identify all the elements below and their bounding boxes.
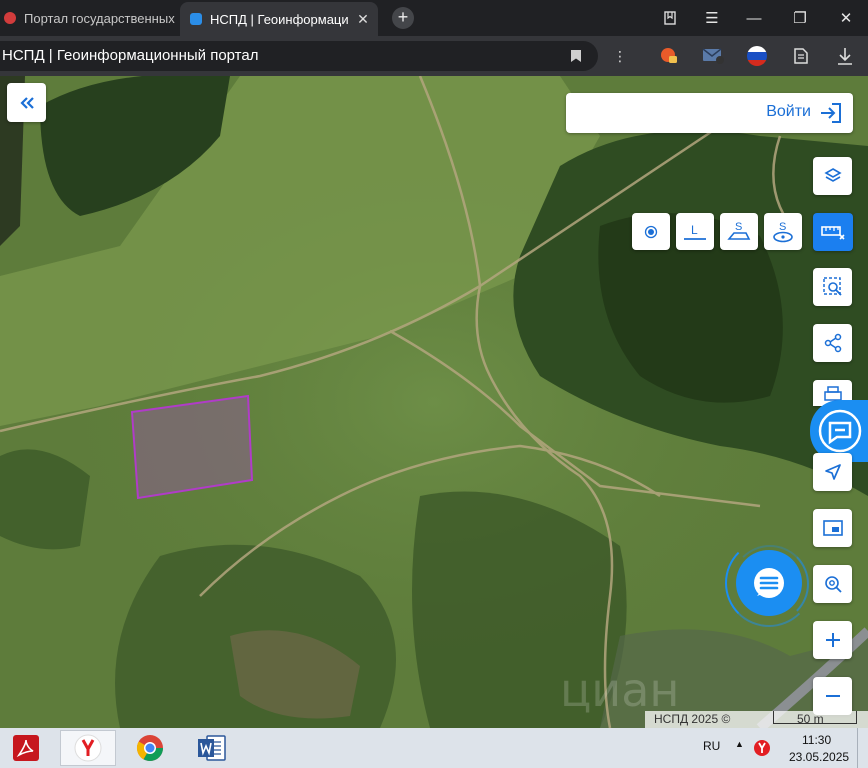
- zoom-out-button[interactable]: [813, 677, 852, 715]
- point-measure-icon: [644, 225, 658, 238]
- double-chevron-left-icon: [19, 96, 34, 109]
- length-measure-icon: L: [684, 223, 706, 240]
- printer-icon: [823, 386, 842, 401]
- length-measure-button[interactable]: L: [676, 213, 714, 250]
- input-language[interactable]: RU: [703, 739, 720, 753]
- map-attribution-bar: НСПД 2025 © 50 m: [645, 711, 868, 728]
- my-location-button[interactable]: [813, 453, 852, 491]
- extension-icon[interactable]: [656, 36, 682, 76]
- tab-nspd[interactable]: НСПД | Геоинформаци ✕: [180, 2, 378, 36]
- page-title: НСПД | Геоинформационный портал: [2, 47, 259, 64]
- flag-icon[interactable]: [744, 36, 770, 76]
- area-measure-button[interactable]: S: [720, 213, 758, 250]
- scale-label: 50 m: [797, 712, 824, 726]
- tray-expand-icon[interactable]: ▲: [735, 739, 744, 749]
- new-tab-button[interactable]: +: [392, 7, 414, 29]
- clock-time[interactable]: 11:30: [802, 733, 831, 747]
- browser-tab-bar: Портал государственных НСПД | Геоинформа…: [0, 0, 868, 36]
- circle-area-measure-icon: S: [773, 221, 793, 242]
- mail-icon[interactable]: [700, 36, 726, 76]
- chrome-icon: [136, 735, 164, 762]
- select-area-button[interactable]: [813, 268, 852, 306]
- bookmarks-panel-icon[interactable]: [648, 0, 692, 36]
- svg-text:циан: циан: [560, 663, 679, 717]
- tab-favicon-icon: [190, 13, 202, 25]
- tab-title: Портал государственных: [24, 10, 175, 26]
- circle-area-measure-button[interactable]: S: [764, 213, 802, 250]
- picture-in-picture-icon: [822, 520, 843, 536]
- chrome-app-button[interactable]: [124, 730, 176, 766]
- layers-button[interactable]: [813, 157, 852, 195]
- share-icon: [824, 333, 841, 353]
- acrobat-app-button[interactable]: [0, 730, 52, 766]
- tab-title: НСПД | Геоинформаци: [210, 11, 349, 27]
- minimap-button[interactable]: [813, 509, 852, 547]
- area-measure-icon: S: [727, 221, 751, 240]
- ruler-close-icon: [821, 226, 845, 240]
- feedback-icon: [818, 409, 862, 453]
- show-desktop-button[interactable]: [857, 728, 868, 768]
- measure-toggle-button[interactable]: [813, 213, 853, 251]
- chat-icon: [754, 568, 784, 598]
- point-measure-button[interactable]: [632, 213, 670, 250]
- location-search-icon: [824, 576, 842, 593]
- map-view[interactable]: циан Войти L S S НСПД 2025 © 50 m: [0, 76, 868, 728]
- zoom-in-button[interactable]: [813, 621, 852, 659]
- login-label: Войти: [766, 103, 811, 120]
- navigation-arrow-icon: [824, 464, 841, 480]
- word-app-button[interactable]: [186, 730, 238, 766]
- close-tab-icon[interactable]: ✕: [354, 11, 372, 28]
- yandex-browser-icon: [74, 734, 102, 762]
- address-bar: НСПД | Геоинформационный портал ⋮: [0, 36, 868, 76]
- sign-in-icon: [821, 103, 841, 123]
- geo-search-button[interactable]: [813, 565, 852, 603]
- menu-icon[interactable]: ☰: [690, 0, 734, 36]
- word-icon: [198, 735, 226, 761]
- layers-icon: [823, 168, 842, 182]
- plus-icon: [825, 633, 840, 647]
- omnibox[interactable]: НСПД | Геоинформационный портал: [0, 41, 598, 71]
- collections-icon[interactable]: [788, 36, 814, 76]
- download-icon[interactable]: [834, 36, 856, 76]
- login-button[interactable]: Войти: [566, 93, 853, 133]
- satellite-imagery: циан: [0, 76, 868, 728]
- os-taskbar: RU ▲ 11:30 23.05.2025: [0, 728, 868, 768]
- minimize-icon[interactable]: —: [732, 0, 776, 36]
- area-measure-label: S: [735, 221, 742, 233]
- circle-area-measure-label: S: [779, 221, 786, 233]
- area-search-icon: [822, 277, 842, 296]
- yandex-browser-app-button[interactable]: [60, 730, 116, 766]
- yandex-tray-icon[interactable]: [753, 739, 771, 762]
- close-window-icon[interactable]: ✕: [824, 0, 868, 36]
- share-button[interactable]: [813, 324, 852, 362]
- pdf-reader-icon: [13, 735, 39, 761]
- minus-icon: [825, 695, 840, 697]
- collapse-panel-button[interactable]: [7, 83, 46, 122]
- chat-button[interactable]: [736, 550, 802, 616]
- tab-portal-gosuslugi[interactable]: Портал государственных: [0, 0, 178, 36]
- length-measure-label: L: [691, 223, 698, 237]
- more-icon[interactable]: ⋮: [612, 36, 628, 76]
- tab-favicon-icon: [4, 12, 16, 24]
- attribution-text: НСПД 2025 ©: [654, 712, 731, 726]
- bookmark-icon[interactable]: [566, 36, 586, 76]
- restore-window-icon[interactable]: ❐: [778, 0, 822, 36]
- clock-date[interactable]: 23.05.2025: [789, 750, 849, 764]
